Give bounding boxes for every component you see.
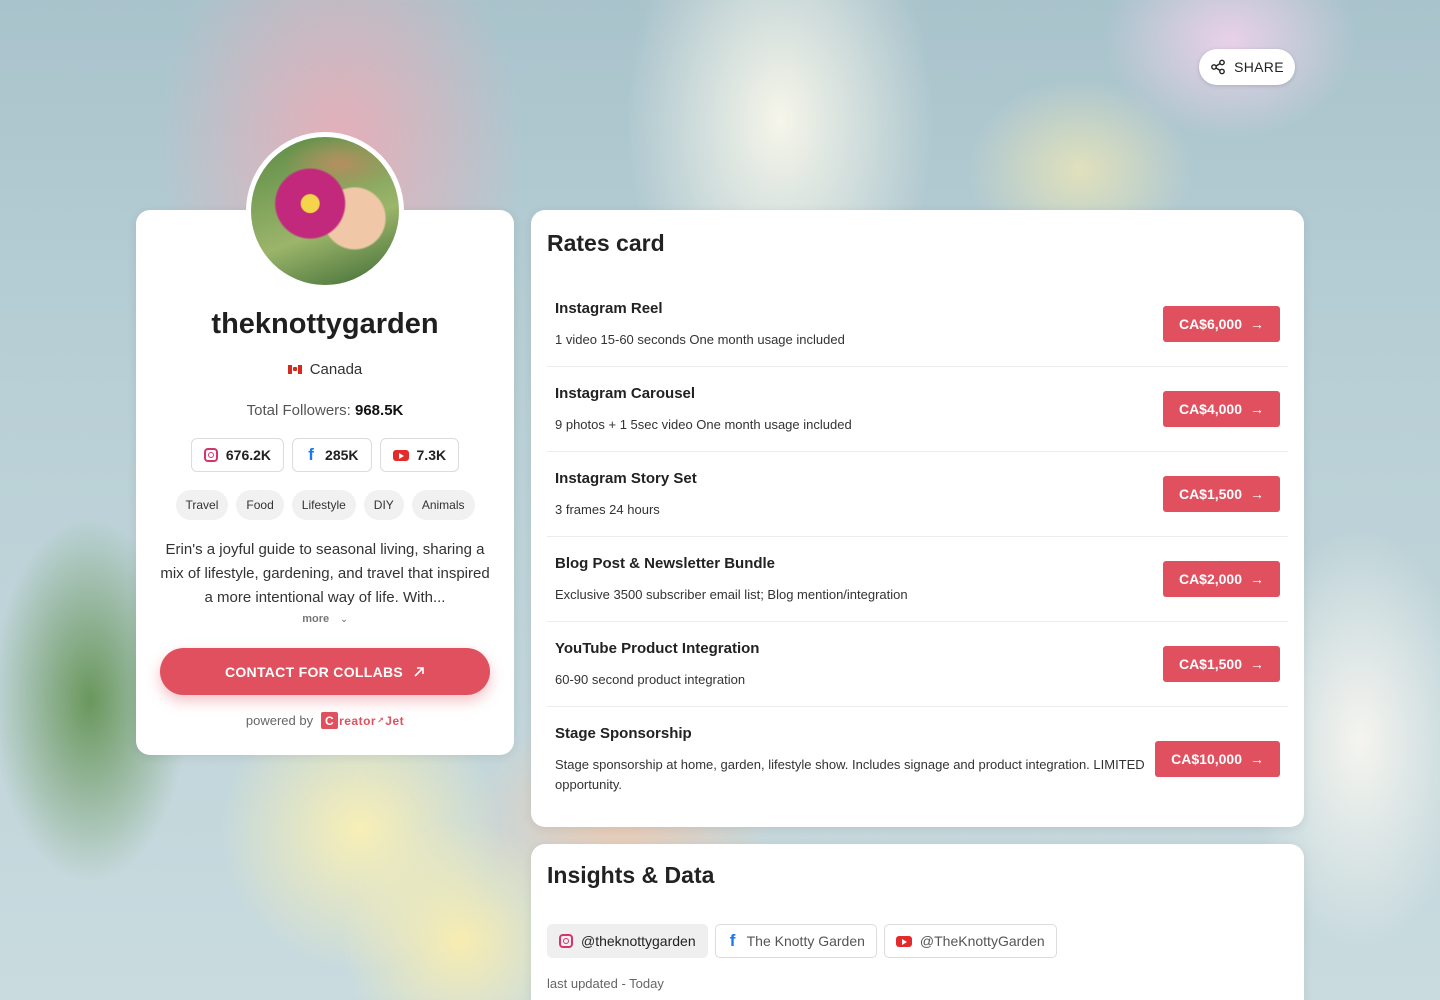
rate-item: Instagram Story Set 3 frames 24 hours CA… (547, 452, 1288, 537)
avatar-image (251, 137, 399, 285)
more-toggle[interactable]: more ⌄ (136, 613, 514, 625)
price-button[interactable]: CA$10,000 → (1155, 741, 1280, 777)
category-tags: Travel Food Lifestyle DIY Animals (136, 490, 514, 520)
arrow-right-icon: → (1250, 316, 1264, 332)
chevron-down-icon: ⌄ (340, 614, 348, 624)
arrow-right-icon: → (1250, 486, 1264, 502)
insights-tabs: @theknottygarden f The Knotty Garden @Th… (547, 924, 1057, 958)
price-button[interactable]: CA$6,000 → (1162, 306, 1280, 342)
more-label: more (302, 613, 330, 625)
price-button[interactable]: CA$1,500 → (1162, 476, 1280, 512)
social-counts: 676.2K f 285K 7.3K (136, 438, 514, 472)
rate-item: YouTube Product Integration 60-90 second… (547, 622, 1288, 707)
rate-description: 9 photos + 1 5sec video One month usage … (555, 417, 852, 432)
rate-description: 60-90 second product integration (555, 672, 746, 687)
username: theknottygarden (211, 308, 439, 340)
last-updated: last updated - Today (547, 976, 664, 991)
total-followers: Total Followers: 968.5K (136, 402, 514, 419)
tab-instagram[interactable]: @theknottygarden (547, 924, 708, 958)
rate-item: Blog Post & Newsletter Bundle Exclusive … (547, 537, 1288, 622)
share-icon (1211, 59, 1226, 75)
bio-text: Erin's a joyful guide to seasonal living… (160, 541, 490, 606)
facebook-icon: f (308, 445, 314, 464)
instagram-count: 676.2K (225, 447, 272, 463)
rate-description: 3 frames 24 hours (555, 502, 660, 517)
country-label: Canada (309, 361, 363, 378)
canada-flag-icon (287, 365, 302, 374)
rate-item: Stage Sponsorship Stage sponsorship at h… (547, 707, 1288, 812)
arrow-right-icon: → (1250, 401, 1264, 417)
share-button[interactable]: SHARE (1199, 49, 1295, 85)
powered-by-label: powered by (245, 713, 314, 728)
rate-name: YouTube Product Integration (555, 640, 760, 657)
tag-food: Food (236, 490, 284, 520)
rates-card: Rates card Instagram Reel 1 video 15-60 … (531, 210, 1304, 827)
instagram-count-chip[interactable]: 676.2K (190, 438, 285, 472)
youtube-icon (392, 449, 409, 461)
followers-value: 968.5K (355, 402, 404, 419)
avatar (246, 132, 404, 290)
tab-facebook[interactable]: f The Knotty Garden (714, 924, 877, 958)
youtube-icon (895, 935, 912, 947)
facebook-icon: f (729, 931, 736, 950)
rate-name: Blog Post & Newsletter Bundle (555, 555, 776, 572)
price-button[interactable]: CA$2,000 → (1162, 561, 1280, 597)
contact-for-collabs-button[interactable]: CONTACT FOR COLLABS (160, 648, 490, 695)
tag-diy: DIY (363, 490, 404, 520)
arrow-right-icon: → (1250, 571, 1264, 587)
rate-name: Stage Sponsorship (555, 725, 692, 742)
instagram-icon (203, 448, 218, 462)
arrow-right-icon: → (1250, 656, 1264, 672)
arrow-right-icon: → (1250, 751, 1264, 767)
rate-item: Instagram Carousel 9 photos + 1 5sec vid… (547, 367, 1288, 452)
powered-by: powered by C reator ↗ Jet (136, 712, 514, 729)
price-button[interactable]: CA$1,500 → (1162, 646, 1280, 682)
rate-description: 1 video 15-60 seconds One month usage in… (555, 332, 845, 347)
external-arrow-icon (414, 666, 424, 677)
tag-travel: Travel (175, 490, 229, 520)
insights-title: Insights & Data (547, 862, 715, 888)
contact-label: CONTACT FOR COLLABS (224, 663, 404, 680)
tag-animals: Animals (411, 490, 475, 520)
youtube-count: 7.3K (416, 447, 447, 463)
rate-description: Exclusive 3500 subscriber email list; Bl… (555, 587, 908, 602)
tag-lifestyle: Lifestyle (291, 490, 356, 520)
profile-card: theknottygarden Canada Total Followers: … (136, 210, 514, 755)
facebook-count: 285K (325, 447, 359, 463)
rate-item: Instagram Reel 1 video 15-60 seconds One… (547, 282, 1288, 367)
facebook-count-chip[interactable]: f 285K (292, 438, 372, 472)
youtube-count-chip[interactable]: 7.3K (379, 438, 460, 472)
followers-label: Total Followers: (246, 402, 351, 419)
creatorjet-logo[interactable]: C reator ↗ Jet (321, 712, 404, 729)
rate-name: Instagram Story Set (555, 470, 697, 487)
tab-youtube[interactable]: @TheKnottyGarden (883, 924, 1057, 958)
rate-name: Instagram Carousel (555, 385, 696, 402)
instagram-icon (559, 934, 573, 948)
location: Canada (136, 361, 514, 378)
price-button[interactable]: CA$4,000 → (1162, 391, 1280, 427)
rates-title: Rates card (547, 230, 665, 256)
rate-description: Stage sponsorship at home, garden, lifes… (555, 757, 1145, 792)
rate-name: Instagram Reel (555, 300, 663, 317)
insights-card: Insights & Data @theknottygarden f The K… (531, 844, 1304, 1000)
share-label: SHARE (1234, 59, 1284, 75)
